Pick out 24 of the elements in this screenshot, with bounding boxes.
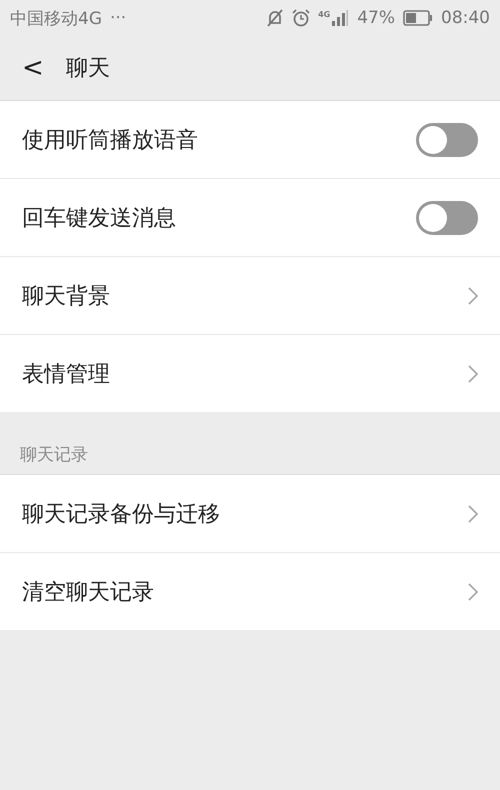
row-label: 聊天记录备份与迁移 — [22, 500, 221, 528]
chevron-icon — [468, 504, 478, 522]
battery-icon — [403, 10, 433, 26]
section-header: 聊天记录 — [20, 444, 88, 466]
network-text: 4G — [318, 10, 330, 19]
row-label: 表情管理 — [22, 360, 111, 388]
chevron-icon — [468, 286, 478, 304]
alarm-icon — [292, 9, 310, 27]
row-label: 聊天背景 — [22, 282, 111, 310]
time-text: 08:40 — [441, 8, 490, 28]
row-label: 清空聊天记录 — [22, 578, 155, 606]
row-label: 使用听筒播放语音 — [22, 126, 199, 154]
chevron-icon — [468, 364, 478, 382]
signal-icon — [331, 10, 350, 26]
toggle-switch[interactable] — [416, 122, 478, 156]
mute-icon — [266, 9, 284, 27]
battery-text: 47% — [357, 8, 395, 28]
carrier-text: 中国移动4G — [10, 8, 102, 30]
more-text: ··· — [110, 8, 126, 28]
chevron-icon — [468, 582, 478, 600]
back-button[interactable]: < — [18, 53, 48, 83]
toggle-switch[interactable] — [416, 200, 478, 234]
row-label: 回车键发送消息 — [22, 204, 177, 232]
page-title: 聊天 — [66, 55, 110, 83]
